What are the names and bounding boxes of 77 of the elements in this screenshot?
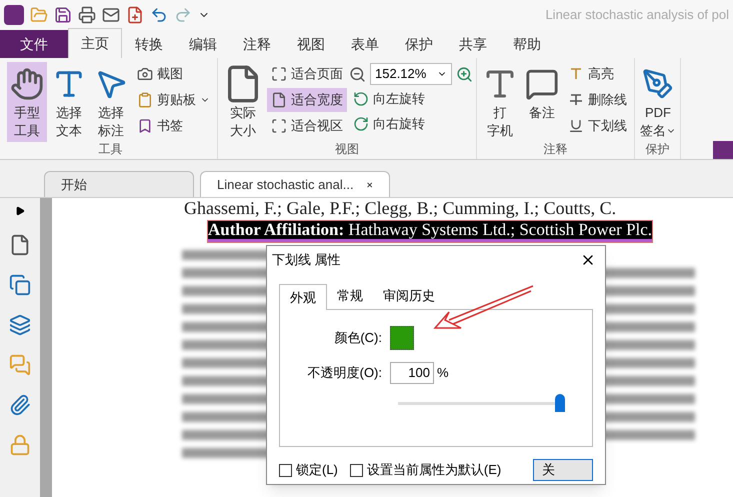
author-affiliation: Author Affiliation: Hathaway Systems Ltd.; Scottish Power Plc.	[208, 221, 652, 242]
expand-icon[interactable]	[15, 206, 25, 216]
slider-thumb[interactable]	[554, 394, 565, 412]
ribbon-large-button[interactable]: 备注	[522, 62, 562, 142]
underline-icon	[568, 118, 584, 134]
document-tab[interactable]: 开始	[44, 171, 194, 197]
print-icon	[78, 6, 96, 24]
dialog-tab[interactable]: 常规	[327, 284, 373, 308]
layers-icon	[9, 314, 31, 336]
ribbon-small-button[interactable]: 剪贴板	[133, 88, 214, 112]
folder-icon	[30, 6, 48, 24]
pen-icon	[642, 68, 674, 100]
fit-view-icon	[271, 118, 287, 134]
ribbon-large-button[interactable]: PDF 签名	[638, 62, 678, 142]
menu-tab[interactable]: 主页	[68, 28, 122, 58]
color-swatch[interactable]	[390, 326, 414, 350]
checkbox[interactable]	[350, 464, 363, 476]
zoom-out-icon	[349, 66, 366, 82]
zoom-in-icon	[456, 66, 473, 82]
window-title: Linear stochastic analysis of pol	[545, 6, 729, 24]
undo-icon	[150, 6, 168, 24]
ribbon-small-button[interactable]: 截图	[133, 62, 214, 86]
mail-icon	[102, 6, 120, 24]
ribbon-small-button[interactable]: 向右旋转	[349, 112, 473, 136]
comments-icon	[9, 354, 31, 376]
checkbox-label: 锁定(L)	[296, 461, 338, 480]
rotate-left-icon	[353, 91, 369, 107]
ribbon-group-label-background	[713, 141, 733, 159]
opacity-slider[interactable]	[398, 394, 563, 412]
fit-width-icon	[271, 92, 287, 108]
opacity-field[interactable]: 100	[390, 362, 434, 384]
page-icon	[9, 234, 31, 256]
dialog-tab[interactable]: 审阅历史	[373, 284, 445, 308]
checkbox-label: 设置当前属性为默认(E)	[366, 461, 502, 480]
paperclip-icon	[9, 394, 31, 416]
rotate-right-icon	[353, 116, 369, 132]
hand-icon	[10, 67, 44, 101]
new-document-icon	[126, 6, 144, 24]
ribbon-group-label: 工具	[98, 142, 122, 156]
dialog-tab[interactable]: 外观	[279, 284, 327, 310]
ribbon-large-button[interactable]: 手型 工具	[7, 62, 47, 142]
highlight-icon	[568, 66, 584, 82]
bookmark-icon	[137, 118, 153, 134]
ribbon-large-button[interactable]: 选择 标注	[91, 62, 131, 142]
close-button[interactable]: 关	[533, 459, 593, 481]
percent-unit: %	[437, 364, 449, 382]
note-icon	[525, 67, 559, 101]
checkbox[interactable]	[279, 464, 292, 476]
ribbon-large-button[interactable]: 实际 大小	[221, 62, 265, 142]
camera-icon	[137, 66, 153, 82]
ribbon-small-button[interactable]: 高亮	[564, 62, 631, 86]
ribbon-large-button[interactable]: 选择 文本	[49, 62, 89, 142]
app-logo-icon	[4, 5, 24, 25]
dialog-title: 下划线 属性	[272, 251, 342, 270]
lock-icon	[9, 434, 31, 456]
color-label: 颜色(C):	[333, 329, 383, 348]
pages-icon	[9, 274, 31, 296]
clipboard-icon	[137, 92, 153, 108]
ribbon-group-label: 注释	[544, 142, 568, 156]
ribbon-small-button[interactable]: 适合页面	[267, 62, 347, 86]
redo-icon	[174, 6, 192, 24]
ribbon-group-label: 视图	[335, 142, 359, 156]
document-tab[interactable]: Linear stochastic anal...	[200, 171, 390, 197]
save-icon	[54, 6, 72, 24]
ribbon-small-button[interactable]: 适合视区	[267, 114, 347, 138]
ribbon-small-button[interactable]: 下划线	[564, 114, 631, 138]
file-menu-tab[interactable]: 文件	[0, 30, 68, 58]
ribbon-small-button[interactable]: 删除线	[564, 88, 631, 112]
ribbon-small-button[interactable]: 适合宽度	[267, 88, 347, 112]
ribbon-small-button[interactable]: 向左旋转	[349, 87, 473, 111]
author-list: Ghassemi, F.; Gale, P.F.; Clegg, B.; Cumming, I.; Coutts, C.	[182, 198, 616, 218]
ribbon-group-label: 保护	[646, 142, 670, 156]
ribbon-large-button[interactable]: 打 字机	[480, 62, 520, 142]
fit-page-icon	[271, 66, 287, 82]
ribbon-small-button[interactable]: 书签	[133, 114, 214, 138]
opacity-label: 不透明度(O):	[306, 364, 383, 382]
zoom-field[interactable]: 152.12%	[370, 63, 452, 85]
